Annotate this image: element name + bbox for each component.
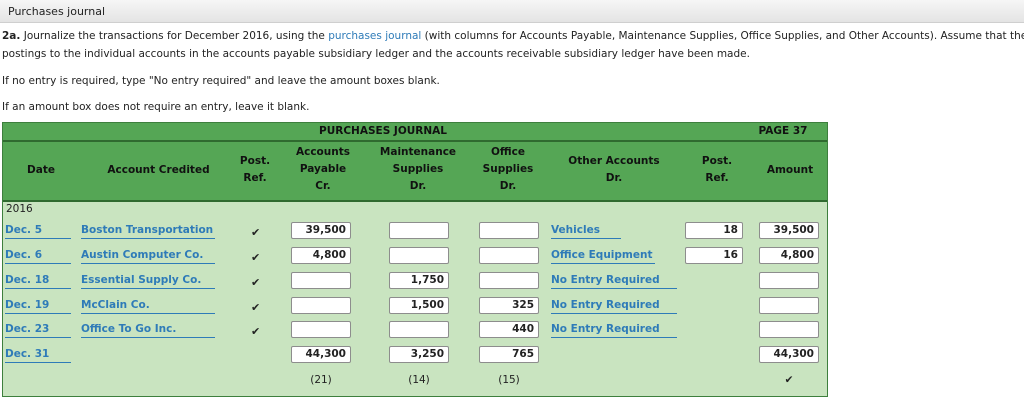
maintenance-amount-input[interactable]: 1,750 xyxy=(389,272,449,289)
header-office-supplies: Dr. xyxy=(499,180,517,192)
office-posting-ref: (15) xyxy=(498,374,520,386)
posted-check-icon: ✔ xyxy=(251,251,261,264)
maintenance-amount-input[interactable] xyxy=(389,222,449,239)
posted-check-icon: ✔ xyxy=(251,276,261,289)
ap-posting-ref: (21) xyxy=(310,374,332,386)
maintenance-posting-ref: (14) xyxy=(408,374,430,386)
panel-title: Purchases journal xyxy=(8,5,106,18)
ap-amount-input[interactable] xyxy=(291,297,351,314)
ap-amount-input[interactable] xyxy=(291,321,351,338)
year-label: 2016 xyxy=(6,203,33,215)
date-link[interactable]: Dec. 6 xyxy=(5,247,71,264)
header-post-ref: Ref. xyxy=(243,172,267,184)
header-post-ref-2: Ref. xyxy=(705,172,729,184)
header-office-supplies: Office xyxy=(491,146,525,158)
other-account-link[interactable]: Vehicles xyxy=(551,222,621,239)
office-amount-input[interactable] xyxy=(479,247,539,264)
header-maintenance-supplies: Dr. xyxy=(409,180,427,192)
header-accounts-payable: Cr. xyxy=(315,180,331,192)
post-ref-input[interactable]: 16 xyxy=(685,247,743,264)
maintenance-amount-input[interactable] xyxy=(389,247,449,264)
other-amount-input[interactable] xyxy=(759,297,819,314)
header-office-supplies: Supplies xyxy=(482,163,534,175)
maintenance-total-input[interactable]: 3,250 xyxy=(389,346,449,363)
instruction-line-4: If an amount box does not require an ent… xyxy=(2,101,310,113)
other-amount-input[interactable] xyxy=(759,272,819,289)
instruction-line-2: postings to the individual accounts in t… xyxy=(2,48,750,60)
header-amount: Amount xyxy=(766,164,814,176)
posted-check-icon: ✔ xyxy=(251,325,261,338)
journal-title: PURCHASES JOURNAL xyxy=(319,125,447,137)
maintenance-amount-input[interactable]: 1,500 xyxy=(389,297,449,314)
other-account-link[interactable]: No Entry Required xyxy=(551,272,677,289)
date-link[interactable]: Dec. 5 xyxy=(5,222,71,239)
ap-amount-input[interactable]: 4,800 xyxy=(291,247,351,264)
account-credited-link[interactable]: Boston Transportation xyxy=(81,222,215,239)
header-maintenance-supplies: Maintenance xyxy=(379,146,457,158)
header-maintenance-supplies: Supplies xyxy=(392,163,444,175)
post-ref-input[interactable]: 18 xyxy=(685,222,743,239)
other-amount-input[interactable]: 39,500 xyxy=(759,222,819,239)
header-post-ref-2: Post. xyxy=(701,155,733,167)
office-amount-input[interactable] xyxy=(479,272,539,289)
date-link[interactable]: Dec. 23 xyxy=(5,321,71,338)
amount-total-input[interactable]: 44,300 xyxy=(759,346,819,363)
other-amount-input[interactable] xyxy=(759,321,819,338)
page-number: PAGE 37 xyxy=(758,125,808,137)
date-link[interactable]: Dec. 18 xyxy=(5,272,71,289)
posted-check-icon: ✔ xyxy=(251,226,261,239)
account-credited-link[interactable]: Austin Computer Co. xyxy=(81,247,215,264)
instruction-text: Journalize the transactions for December… xyxy=(20,30,329,42)
ap-total-input[interactable]: 44,300 xyxy=(291,346,351,363)
header-post-ref: Post. xyxy=(239,155,271,167)
ap-amount-input[interactable] xyxy=(291,272,351,289)
account-credited-link[interactable]: Essential Supply Co. xyxy=(81,272,215,289)
date-link[interactable]: Dec. 19 xyxy=(5,297,71,314)
maintenance-amount-input[interactable] xyxy=(389,321,449,338)
divider xyxy=(3,200,827,202)
header-account-credited: Account Credited xyxy=(107,164,210,176)
other-amount-input[interactable]: 4,800 xyxy=(759,247,819,264)
header-other-accounts: Other Accounts xyxy=(568,155,660,167)
header-other-accounts: Dr. xyxy=(605,172,623,184)
question-label: 2a. xyxy=(2,30,21,42)
office-amount-input[interactable]: 325 xyxy=(479,297,539,314)
amount-posting-check-icon: ✔ xyxy=(784,374,794,386)
other-account-link[interactable]: No Entry Required xyxy=(551,297,677,314)
instruction-text: (with columns for Accounts Payable, Main… xyxy=(421,30,1024,42)
office-amount-input[interactable] xyxy=(479,222,539,239)
purchases-journal-link[interactable]: purchases journal xyxy=(328,30,421,42)
header-date: Date xyxy=(27,164,55,176)
office-amount-input[interactable]: 440 xyxy=(479,321,539,338)
other-account-link[interactable]: Office Equipment xyxy=(551,247,655,264)
purchases-journal-table: PURCHASES JOURNAL PAGE 37 Date Account C… xyxy=(2,122,828,397)
other-account-link[interactable]: No Entry Required xyxy=(551,321,677,338)
instruction-line-1: 2a. Journalize the transactions for Dece… xyxy=(2,28,1024,45)
date-link[interactable]: Dec. 31 xyxy=(5,346,71,363)
instruction-line-3: If no entry is required, type "No entry … xyxy=(2,75,440,87)
posted-check-icon: ✔ xyxy=(251,301,261,314)
panel-title-bar: Purchases journal xyxy=(0,0,1024,23)
ap-amount-input[interactable]: 39,500 xyxy=(291,222,351,239)
account-credited-link[interactable]: Office To Go Inc. xyxy=(81,321,215,338)
header-accounts-payable: Accounts xyxy=(295,146,350,158)
office-total-input[interactable]: 765 xyxy=(479,346,539,363)
account-credited-link[interactable]: McClain Co. xyxy=(81,297,215,314)
header-accounts-payable: Payable xyxy=(299,163,347,175)
